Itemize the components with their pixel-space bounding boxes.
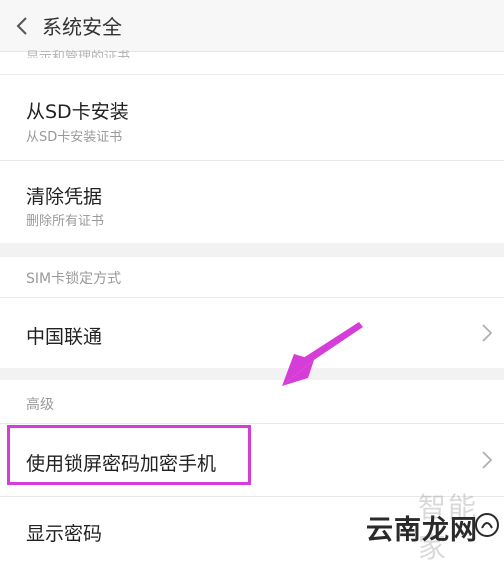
page-title: 系统安全 xyxy=(42,15,122,39)
sim-carrier-title: 中国联通 xyxy=(26,326,103,348)
advanced-section-header: 高级 xyxy=(26,397,54,413)
install-from-sd-subtitle: 从SD卡安装证书 xyxy=(26,130,123,145)
clear-credentials-title: 清除凭据 xyxy=(26,186,103,208)
section-gap xyxy=(0,243,504,257)
install-from-sd-title: 从SD卡安装 xyxy=(26,101,129,123)
sim-carrier-item[interactable]: 中国联通 xyxy=(0,298,504,368)
encrypt-phone-item[interactable]: 使用锁屏密码加密手机 xyxy=(0,424,504,496)
show-password-title: 显示密码 xyxy=(26,523,103,545)
chevron-right-icon xyxy=(482,451,493,469)
install-from-sd-item[interactable]: 从SD卡安装 从SD卡安装证书 xyxy=(0,75,504,160)
clear-credentials-item[interactable]: 清除凭据 删除所有证书 xyxy=(0,161,504,243)
clipped-item-subtitle: 显示和管理的证书 xyxy=(26,50,131,58)
encrypt-phone-title: 使用锁屏密码加密手机 xyxy=(26,453,217,475)
show-password-item[interactable]: 显示密码 xyxy=(0,497,504,552)
back-arrow-icon xyxy=(16,16,27,35)
sim-lock-section-header: SIM卡锁定方式 xyxy=(26,271,122,287)
chevron-right-icon xyxy=(482,324,493,342)
section-gap xyxy=(0,368,504,380)
clear-credentials-subtitle: 删除所有证书 xyxy=(26,214,105,229)
